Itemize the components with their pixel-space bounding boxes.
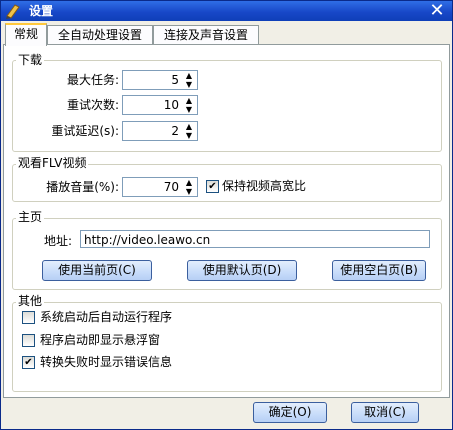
retry-delay-spinner[interactable]: 2 ▲ ▼ bbox=[122, 121, 198, 141]
show-float-window-label: 程序启动即显示悬浮窗 bbox=[40, 333, 161, 347]
autostart-checkbox[interactable] bbox=[22, 311, 35, 324]
retries-value: 10 bbox=[163, 98, 179, 112]
spinner-arrows-icon[interactable]: ▲ ▼ bbox=[183, 178, 195, 196]
homepage-legend: 主页 bbox=[16, 210, 45, 224]
autostart-label: 系统启动后自动运行程序 bbox=[40, 310, 173, 324]
volume-value: 70 bbox=[163, 180, 179, 194]
use-blank-page-button[interactable]: 使用空白页(B) bbox=[332, 260, 426, 281]
flv-legend: 观看FLV视频 bbox=[16, 156, 89, 170]
retry-delay-value: 2 bbox=[171, 124, 179, 138]
max-tasks-value: 5 bbox=[171, 73, 179, 87]
tab-auto-process[interactable]: 全自动处理设置 bbox=[47, 25, 153, 45]
address-input[interactable]: http://video.leawo.cn bbox=[80, 230, 430, 248]
keep-ratio-checkbox[interactable]: ✔ bbox=[206, 180, 219, 193]
keep-ratio-label: 保持视频高宽比 bbox=[222, 179, 307, 193]
retry-delay-label: 重试延迟(s): bbox=[51, 124, 119, 138]
show-error-label: 转换失败时显示错误信息 bbox=[40, 355, 173, 369]
max-tasks-label: 最大任务: bbox=[66, 73, 119, 87]
retries-spinner[interactable]: 10 ▲ ▼ bbox=[122, 95, 198, 115]
volume-spinner[interactable]: 70 ▲ ▼ bbox=[122, 177, 198, 197]
use-default-page-button[interactable]: 使用默认页(D) bbox=[187, 260, 297, 281]
tab-strip: 常规 全自动处理设置 连接及声音设置 bbox=[1, 23, 452, 46]
retries-label: 重试次数: bbox=[66, 98, 119, 112]
show-float-window-checkbox[interactable] bbox=[22, 334, 35, 347]
tab-general[interactable]: 常规 bbox=[5, 23, 47, 46]
show-error-checkbox[interactable]: ✔ bbox=[22, 356, 35, 369]
app-icon bbox=[6, 4, 20, 19]
title-bar: 设置 ✕ bbox=[1, 1, 452, 21]
max-tasks-spinner[interactable]: 5 ▲ ▼ bbox=[122, 70, 198, 90]
settings-window: 设置 ✕ 常规 全自动处理设置 连接及声音设置 下载 最大任务: 5 ▲ ▼ 重试… bbox=[0, 0, 453, 430]
spinner-arrows-icon[interactable]: ▲ ▼ bbox=[183, 71, 195, 89]
volume-label: 播放音量(%): bbox=[46, 180, 119, 194]
use-current-page-button[interactable]: 使用当前页(C) bbox=[42, 260, 152, 281]
other-legend: 其他 bbox=[16, 294, 45, 308]
close-icon[interactable]: ✕ bbox=[428, 2, 446, 20]
spinner-arrows-icon[interactable]: ▲ ▼ bbox=[183, 96, 195, 114]
tab-connection-sound[interactable]: 连接及声音设置 bbox=[153, 25, 259, 45]
spinner-arrows-icon[interactable]: ▲ ▼ bbox=[183, 122, 195, 140]
window-title: 设置 bbox=[29, 4, 54, 18]
address-label: 地址: bbox=[44, 234, 73, 248]
download-legend: 下载 bbox=[16, 53, 45, 67]
tab-panel-general: 下载 最大任务: 5 ▲ ▼ 重试次数: 10 ▲ ▼ 重试延迟(s): 2 ▲ ▼ … bbox=[3, 44, 450, 398]
cancel-button[interactable]: 取消(C) bbox=[351, 402, 419, 423]
ok-button[interactable]: 确定(O) bbox=[253, 402, 327, 423]
